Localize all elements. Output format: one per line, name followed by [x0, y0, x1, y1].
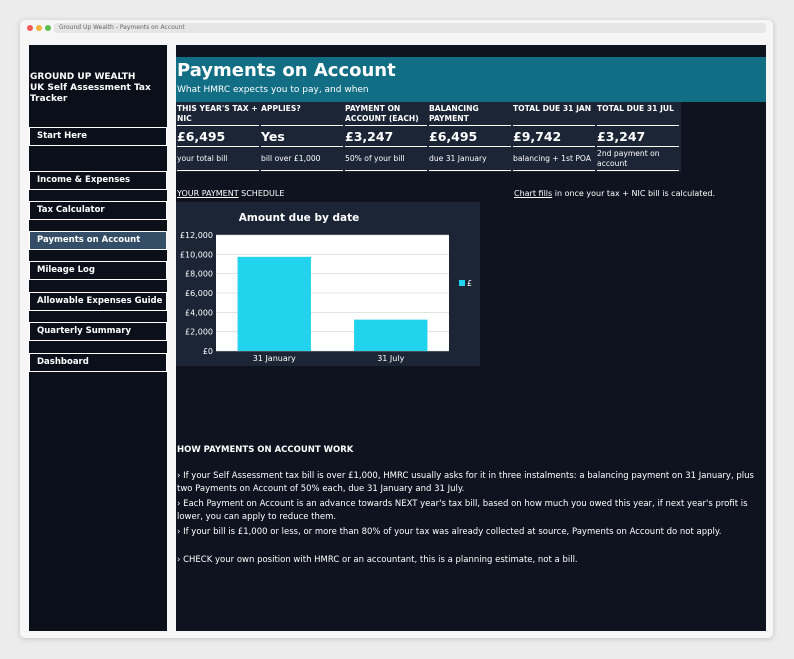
schedule-label-rest: SCHEDULE	[238, 189, 285, 198]
explainer-bullet: › CHECK your own position with HMRC or a…	[177, 555, 578, 565]
summary-value: £6,495	[177, 127, 259, 147]
y-tick-label: £4,000	[185, 308, 213, 317]
summary-heading: PAYMENT ON ACCOUNT (EACH)	[345, 103, 427, 126]
summary-value: £3,247	[345, 127, 427, 147]
summary-value: £3,247	[597, 127, 679, 147]
summary-heading: BALANCING PAYMENT	[429, 103, 511, 126]
chart-note-rest: in once your tax + NIC bill is calculate…	[552, 189, 715, 198]
summary-subtext: 50% of your bill	[345, 147, 427, 171]
bar	[354, 319, 428, 351]
chart-note-underlined: Chart fills	[514, 189, 553, 198]
y-tick-label: £0	[203, 347, 213, 356]
legend-label: £	[467, 279, 472, 288]
legend-swatch	[459, 280, 465, 286]
explainer-heading: HOW PAYMENTS ON ACCOUNT WORK	[177, 445, 354, 455]
sidebar-item-mileage-log[interactable]: Mileage Log	[29, 261, 167, 280]
summary-table: THIS YEAR'S TAX + NIC £6,495 your total …	[176, 102, 681, 172]
y-tick-label: £2,000	[185, 328, 213, 337]
summary-column: THIS YEAR'S TAX + NIC £6,495 your total …	[176, 102, 260, 172]
summary-subtext: due 31 January	[429, 147, 511, 171]
amount-due-chart: Amount due by date £0 £2,000 £4,000 £6,000 £…	[176, 202, 480, 366]
summary-heading: TOTAL DUE 31 JAN	[513, 103, 595, 126]
summary-column: BALANCING PAYMENT £6,495 due 31 January	[428, 102, 512, 172]
summary-value: £9,742	[513, 127, 595, 147]
y-tick-label: £10,000	[180, 250, 213, 259]
minimize-window-button[interactable]	[36, 25, 42, 31]
chart-note: Chart fills in once your tax + NIC bill …	[514, 189, 715, 198]
main-content: Payments on Account What HMRC expects yo…	[176, 45, 766, 631]
page-title: Payments on Account	[177, 60, 396, 81]
summary-value: Yes	[261, 127, 343, 147]
y-tick-label: £6,000	[185, 289, 213, 298]
summary-column: TOTAL DUE 31 JUL £3,247 2nd payment on a…	[596, 102, 680, 172]
summary-subtext: your total bill	[177, 147, 259, 171]
app-window: Ground Up Wealth - Payments on Account G…	[20, 20, 773, 638]
close-window-button[interactable]	[27, 25, 33, 31]
chart-canvas: Amount due by date £0 £2,000 £4,000 £6,000 £…	[180, 212, 472, 363]
x-tick-label: 31 January	[253, 354, 296, 363]
sidebar-item-start-here[interactable]: Start Here	[29, 127, 167, 146]
summary-subtext: 2nd payment on account	[597, 147, 679, 171]
explainer-bullet: › If your bill is £1,000 or less, or mor…	[177, 527, 722, 537]
summary-column: TOTAL DUE 31 JAN £9,742 balancing + 1st …	[512, 102, 596, 172]
bar	[237, 256, 311, 351]
sidebar-item-payments-on-account[interactable]: Payments on Account	[29, 231, 167, 250]
summary-value: £6,495	[429, 127, 511, 147]
page-header: Payments on Account What HMRC expects yo…	[176, 57, 766, 102]
summary-heading: APPLIES?	[261, 103, 343, 126]
summary-heading: TOTAL DUE 31 JUL	[597, 103, 679, 126]
page-subtitle: What HMRC expects you to pay, and when	[177, 85, 369, 95]
explainer-bullet: › Each Payment on Account is an advance …	[177, 499, 748, 522]
schedule-label: YOUR PAYMENT SCHEDULE	[177, 189, 284, 198]
sidebar-item-allowable-expenses-guide[interactable]: Allowable Expenses Guide	[29, 292, 167, 311]
summary-subtext: bill over £1,000	[261, 147, 343, 171]
brand-tagline: UK Self Assessment Tax Tracker	[30, 83, 151, 104]
sidebar-item-tax-calculator[interactable]: Tax Calculator	[29, 201, 167, 220]
window-title: Ground Up Wealth - Payments on Account	[54, 23, 766, 33]
sidebar: GROUND UP WEALTH UK Self Assessment Tax …	[29, 45, 167, 631]
summary-subtext: balancing + 1st POA	[513, 147, 595, 171]
summary-column: APPLIES? Yes bill over £1,000	[260, 102, 344, 172]
title-bar: Ground Up Wealth - Payments on Account	[20, 20, 773, 36]
sidebar-item-quarterly-summary[interactable]: Quarterly Summary	[29, 322, 167, 341]
y-tick-label: £12,000	[180, 231, 213, 240]
sidebar-item-income-expenses[interactable]: Income & Expenses	[29, 171, 167, 190]
y-tick-label: £8,000	[185, 270, 213, 279]
brand-name: GROUND UP WEALTH	[30, 72, 136, 82]
chart-title: Amount due by date	[239, 212, 359, 224]
explainer-bullet: › If your Self Assessment tax bill is ov…	[177, 471, 754, 494]
brand: GROUND UP WEALTH UK Self Assessment Tax …	[30, 72, 167, 105]
sidebar-item-dashboard[interactable]: Dashboard	[29, 353, 167, 372]
summary-column: PAYMENT ON ACCOUNT (EACH) £3,247 50% of …	[344, 102, 428, 172]
maximize-window-button[interactable]	[45, 25, 51, 31]
summary-heading: THIS YEAR'S TAX + NIC	[177, 103, 259, 126]
schedule-label-underlined: YOUR PAYMENT	[177, 189, 239, 198]
x-tick-label: 31 July	[377, 354, 404, 363]
